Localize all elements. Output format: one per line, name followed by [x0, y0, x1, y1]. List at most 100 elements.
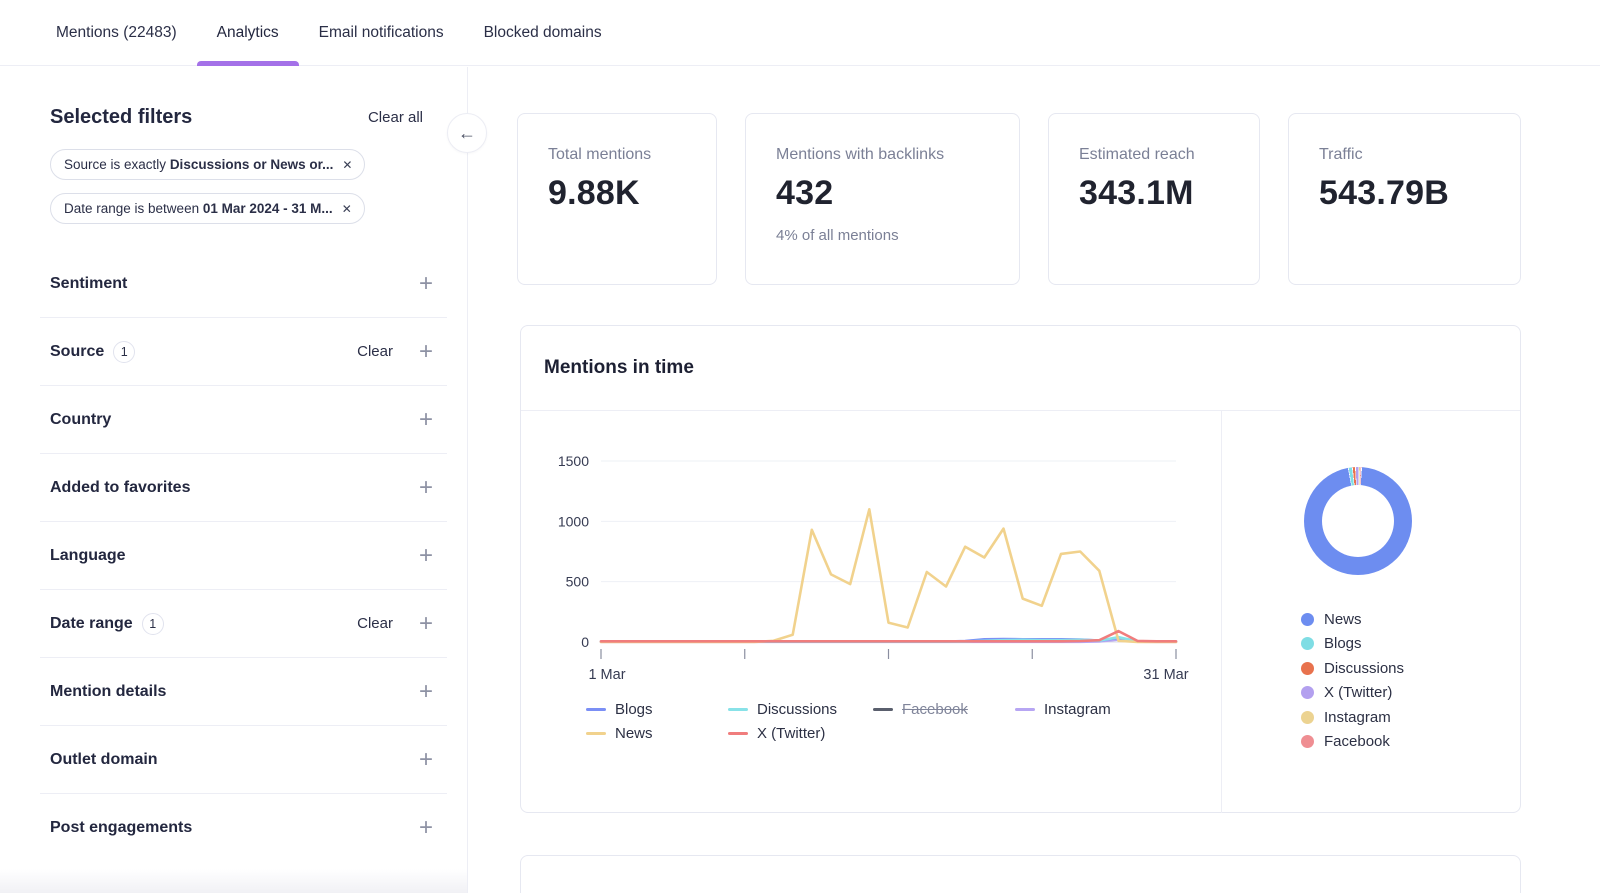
expand-plus-icon[interactable]: + — [419, 750, 433, 770]
brand-monitoring-app: Mentions (22483) Analytics Email notific… — [0, 0, 1600, 893]
svg-text:500: 500 — [566, 574, 590, 590]
legend-label: Blogs — [615, 701, 653, 718]
filter-section-favorites: Added to favorites + — [40, 454, 447, 522]
legend-line-swatch — [728, 708, 748, 711]
card-header: Mentions in time — [521, 326, 1520, 411]
legend-line-swatch — [1015, 708, 1035, 711]
legend-news[interactable]: News — [586, 725, 653, 742]
donut-legend-news[interactable]: News — [1301, 607, 1404, 632]
chip-text-prefix: Source is exactly — [64, 157, 166, 172]
clear-all-button[interactable]: Clear all — [368, 109, 423, 126]
kpi-cards-row: Total mentions 9.88K Mentions with backl… — [517, 113, 1521, 285]
legend-dot-icon — [1301, 686, 1314, 699]
filter-section-language: Language + — [40, 522, 447, 590]
donut-legend-instagram[interactable]: Instagram — [1301, 705, 1404, 730]
donut-legend: News Blogs Discussions X (Twitter) — [1301, 607, 1404, 754]
filters-header: Selected filters Clear all — [50, 106, 423, 129]
legend-dot-icon — [1301, 662, 1314, 675]
remove-filter-icon[interactable]: ✕ — [342, 158, 352, 172]
kpi-value: 9.88K — [548, 174, 686, 213]
expand-plus-icon[interactable]: + — [419, 546, 433, 566]
kpi-value: 543.79B — [1319, 174, 1490, 213]
expand-plus-icon[interactable]: + — [419, 478, 433, 498]
tab-email-notifications[interactable]: Email notifications — [319, 0, 444, 66]
legend-facebook-disabled[interactable]: Facebook — [873, 701, 968, 718]
section-label: Language — [50, 547, 126, 565]
sidebar-scroll-fade — [0, 869, 467, 893]
card-title: Mentions in time — [544, 357, 694, 379]
legend-label: Discussions — [757, 701, 837, 718]
donut-legend-x-twitter[interactable]: X (Twitter) — [1301, 681, 1404, 706]
clear-section-button[interactable]: Clear — [357, 615, 393, 632]
donut-legend-blogs[interactable]: Blogs — [1301, 632, 1404, 657]
legend-label: News — [1324, 611, 1362, 628]
section-label: Added to favorites — [50, 479, 190, 497]
legend-label: News — [615, 725, 653, 742]
chip-text: Date range is between 01 Mar 2024 - 31 M… — [64, 201, 333, 216]
filter-chip-source[interactable]: Source is exactly Discussions or News or… — [50, 149, 365, 180]
filter-sections: Sentiment + Source 1 Clear + Country + A… — [40, 250, 447, 862]
kpi-label: Mentions with backlinks — [776, 146, 989, 164]
section-label: Post engagements — [50, 819, 192, 837]
remove-filter-icon[interactable]: ✕ — [342, 202, 352, 216]
selected-filters-title: Selected filters — [50, 106, 192, 129]
legend-label: Instagram — [1324, 709, 1391, 726]
expand-plus-icon[interactable]: + — [419, 274, 433, 294]
arrow-left-icon: ← — [458, 123, 476, 144]
section-label: Date range — [50, 615, 133, 633]
kpi-value: 432 — [776, 174, 989, 213]
legend-dot-icon — [1301, 735, 1314, 748]
legend-label: X (Twitter) — [757, 725, 825, 742]
filter-chip-date-range[interactable]: Date range is between 01 Mar 2024 - 31 M… — [50, 193, 365, 224]
collapse-sidebar-button[interactable]: ← — [447, 113, 487, 153]
tab-analytics[interactable]: Analytics — [217, 0, 279, 66]
expand-plus-icon[interactable]: + — [419, 682, 433, 702]
svg-text:0: 0 — [581, 634, 589, 650]
expand-plus-icon[interactable]: + — [419, 818, 433, 838]
legend-dot-icon — [1301, 613, 1314, 626]
legend-discussions[interactable]: Discussions — [728, 701, 837, 718]
legend-line-swatch — [586, 708, 606, 711]
legend-dot-icon — [1301, 637, 1314, 650]
legend-label: Instagram — [1044, 701, 1111, 718]
legend-label: X (Twitter) — [1324, 684, 1392, 701]
chip-text-prefix: Date range is between — [64, 201, 199, 216]
tab-blocked-domains[interactable]: Blocked domains — [484, 0, 602, 66]
donut-chart-region: News Blogs Discussions X (Twitter) — [1222, 411, 1520, 813]
filter-section-source: Source 1 Clear + — [40, 318, 447, 386]
legend-x-twitter[interactable]: X (Twitter) — [728, 725, 825, 742]
legend-label: Facebook — [1324, 733, 1390, 750]
section-label: Outlet domain — [50, 751, 158, 769]
donut-legend-facebook[interactable]: Facebook — [1301, 730, 1404, 755]
filter-section-post-engagements: Post engagements + — [40, 794, 447, 862]
filter-count-badge: 1 — [113, 341, 135, 363]
tab-mentions[interactable]: Mentions (22483) — [56, 0, 177, 66]
kpi-label: Estimated reach — [1079, 146, 1229, 164]
svg-text:31 Mar: 31 Mar — [1143, 667, 1188, 683]
mentions-in-time-card: Mentions in time 0500100015001 Mar31 Mar… — [520, 325, 1521, 813]
section-label: Sentiment — [50, 275, 127, 293]
filter-section-mention-details: Mention details + — [40, 658, 447, 726]
legend-line-swatch — [728, 732, 748, 735]
legend-label: Facebook — [902, 701, 968, 718]
filter-section-country: Country + — [40, 386, 447, 454]
clear-section-button[interactable]: Clear — [357, 343, 393, 360]
legend-instagram[interactable]: Instagram — [1015, 701, 1111, 718]
expand-plus-icon[interactable]: + — [419, 614, 433, 634]
chip-text-bold: 01 Mar 2024 - 31 M... — [203, 201, 333, 216]
donut-legend-discussions[interactable]: Discussions — [1301, 656, 1404, 681]
legend-line-swatch — [873, 708, 893, 711]
kpi-traffic: Traffic 543.79B — [1288, 113, 1521, 285]
kpi-mentions-backlinks: Mentions with backlinks 432 4% of all me… — [745, 113, 1020, 285]
section-label: Source — [50, 343, 104, 361]
expand-plus-icon[interactable]: + — [419, 342, 433, 362]
filter-section-sentiment: Sentiment + — [40, 250, 447, 318]
kpi-subtext: 4% of all mentions — [776, 227, 989, 244]
kpi-estimated-reach: Estimated reach 343.1M — [1048, 113, 1260, 285]
expand-plus-icon[interactable]: + — [419, 410, 433, 430]
legend-label: Discussions — [1324, 660, 1404, 677]
legend-blogs[interactable]: Blogs — [586, 701, 653, 718]
filters-sidebar: Selected filters Clear all Source is exa… — [40, 66, 447, 893]
legend-dot-icon — [1301, 711, 1314, 724]
top-tab-bar: Mentions (22483) Analytics Email notific… — [0, 0, 1600, 66]
